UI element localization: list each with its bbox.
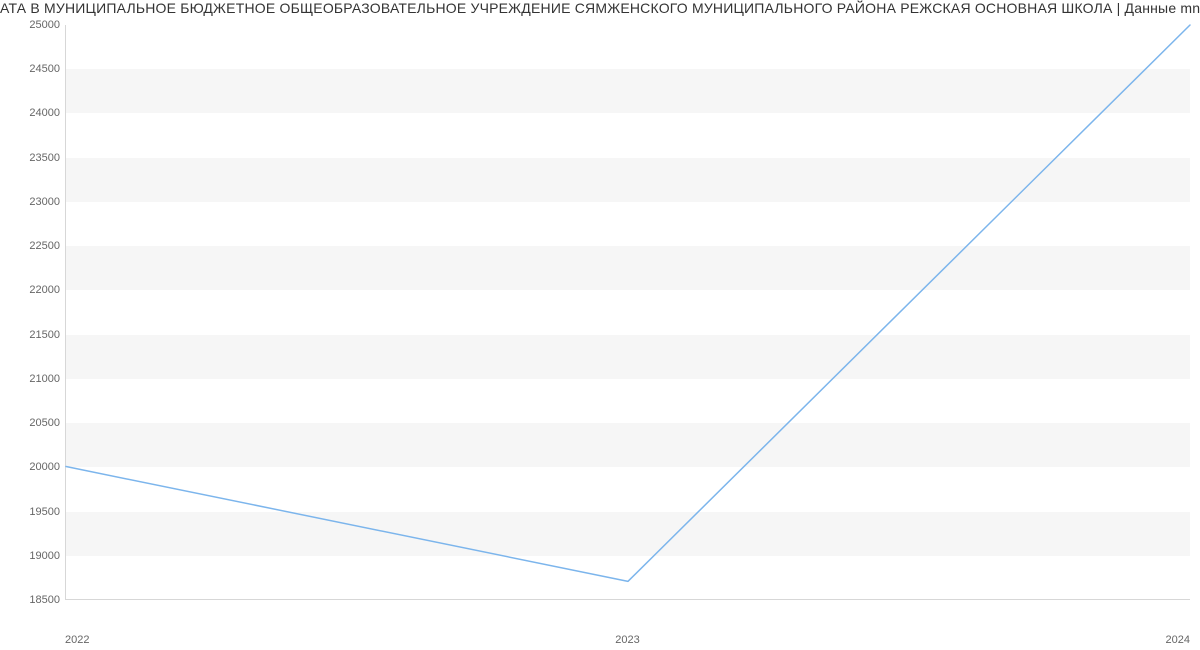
y-axis-tick: 20000 — [0, 461, 60, 473]
y-axis-tick: 23000 — [0, 196, 60, 208]
y-axis-tick: 25000 — [0, 19, 60, 31]
y-axis-tick: 18500 — [0, 594, 60, 606]
data-series-line — [66, 25, 1190, 581]
y-axis-tick: 21500 — [0, 329, 60, 341]
x-axis-tick: 2022 — [65, 634, 89, 646]
y-axis-tick: 19500 — [0, 506, 60, 518]
y-axis-tick: 23500 — [0, 152, 60, 164]
y-axis-tick: 22500 — [0, 240, 60, 252]
chart-title: АТА В МУНИЦИПАЛЬНОЕ БЮДЖЕТНОЕ ОБЩЕОБРАЗО… — [0, 0, 1200, 20]
y-axis-tick: 19000 — [0, 550, 60, 562]
y-axis-tick: 22000 — [0, 284, 60, 296]
x-axis-tick: 2023 — [615, 634, 639, 646]
line-layer — [66, 25, 1190, 599]
chart-container: АТА В МУНИЦИПАЛЬНОЕ БЮДЖЕТНОЕ ОБЩЕОБРАЗО… — [0, 0, 1200, 650]
x-axis-tick: 2024 — [1166, 634, 1190, 646]
y-axis-tick: 21000 — [0, 373, 60, 385]
plot-area — [65, 25, 1190, 600]
y-axis-tick: 24500 — [0, 63, 60, 75]
y-axis-tick: 24000 — [0, 107, 60, 119]
y-axis-tick: 20500 — [0, 417, 60, 429]
